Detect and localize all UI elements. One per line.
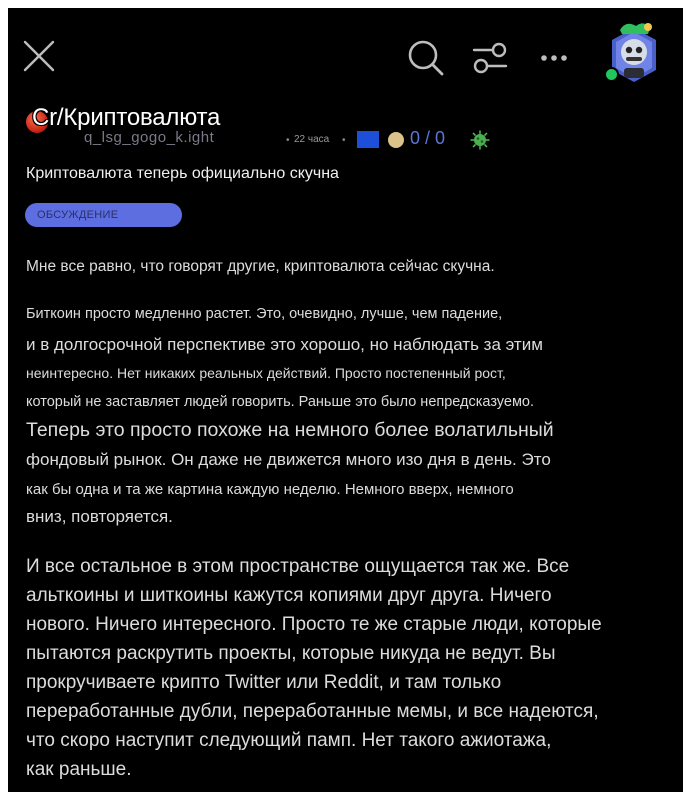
- search-button[interactable]: [406, 38, 446, 78]
- post-body-line: переработанные дубли, переработанные мем…: [26, 701, 599, 722]
- post-body-line: который не заставляет людей говорить. Ра…: [26, 394, 535, 410]
- meta-separator: •: [286, 135, 290, 146]
- post-body-line: фондовый рынок. Он даже не движется мног…: [26, 450, 551, 469]
- post-body-line: как бы одна и та же картина каждую недел…: [26, 481, 514, 498]
- post-body-line: И все остальное в этом пространстве ощущ…: [26, 556, 570, 577]
- post-body-line: Теперь это просто похоже на немного боле…: [26, 419, 554, 441]
- post-flair[interactable]: ОБСУЖДЕНИЕ: [25, 203, 182, 227]
- post-time: 22 часа: [294, 134, 330, 145]
- search-icon: [408, 40, 444, 76]
- post-header: q_lsg_gogo_k.ight • 22 часа • 0 / 0 Cr/К…: [24, 104, 664, 154]
- more-dots-icon: [541, 55, 567, 61]
- post-body-line: Мне все равно, что говорят другие, крипт…: [26, 258, 495, 275]
- filter-icon: [472, 42, 508, 74]
- meta-separator: •: [342, 135, 346, 146]
- post-body-line: вниз, повторяется.: [26, 507, 173, 526]
- close-icon: [23, 40, 55, 72]
- post-body-line: альткоины и шиткоины кажутся копиями дру…: [26, 585, 552, 606]
- top-bar: [8, 8, 683, 103]
- post-body-line: пытаются раскрутить проекты, которые ник…: [26, 643, 556, 664]
- coin-icon: [388, 132, 404, 148]
- community-name[interactable]: Cr/Криптовалюта: [32, 104, 220, 132]
- post-body-line: как раньше.: [26, 759, 132, 780]
- post-score: 0 / 0: [410, 128, 446, 148]
- virus-icon: [470, 130, 490, 150]
- more-options-button[interactable]: [536, 38, 576, 78]
- post-body-line: что скоро наступит следующий памп. Нет т…: [26, 730, 552, 751]
- post-body-line: неинтересно. Нет никаких реальных действ…: [26, 365, 506, 381]
- app-frame: q_lsg_gogo_k.ight • 22 часа • 0 / 0 Cr/К…: [8, 8, 683, 792]
- post-title: Криптовалюта теперь официально скучна: [26, 165, 339, 182]
- close-button[interactable]: [21, 38, 57, 74]
- user-flair-icon: [357, 131, 379, 148]
- post-body-line: Биткоин просто медленно растет. Это, оче…: [26, 306, 503, 322]
- post-body-line: нового. Ничего интересного. Просто те же…: [26, 614, 602, 635]
- post-body-line: прокручиваете крипто Twitter или Reddit,…: [26, 672, 502, 693]
- filter-button[interactable]: [470, 38, 510, 78]
- online-status-dot: [604, 67, 619, 82]
- post-body-line: и в долгосрочной перспективе это хорошо,…: [26, 335, 543, 354]
- user-avatar[interactable]: [604, 20, 660, 88]
